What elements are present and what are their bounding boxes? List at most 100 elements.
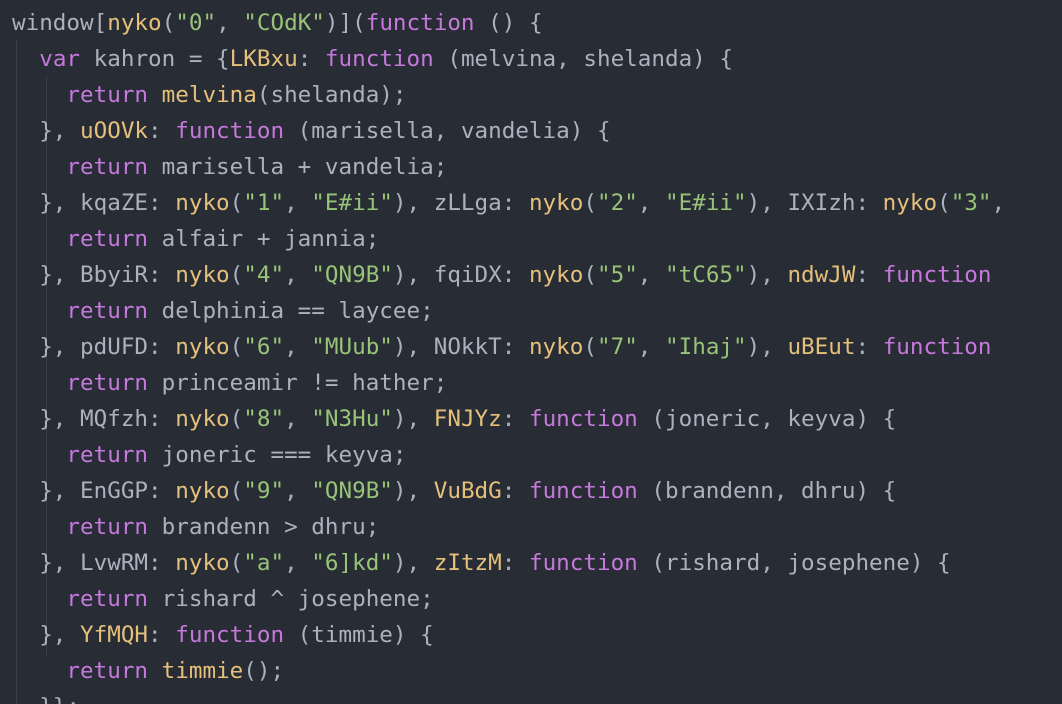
code-line[interactable]: }, uOOVk: function (marisella, vandelia)… [12,113,611,149]
code-token-plain: }, EnGGP: [12,478,176,504]
code-token-plain: (joneric, keyva) { [637,406,897,432]
code-token-punc: ), [392,550,434,576]
code-token-plain: }}; [12,694,80,704]
code-token-str: "QN9B" [311,262,393,288]
code-line[interactable]: return brandenn > dhru; [12,509,379,545]
code-token-plain: }, [12,118,81,144]
code-token-plain: (marisella, vandelia) { [284,118,611,144]
code-token-punc: ), NOkkT: [392,334,529,360]
code-line[interactable]: }, pdUFD: nyko("6", "MUub"), NOkkT: nyko… [12,329,992,365]
code-token-fn: nyko [175,406,230,432]
code-token-punc: ( [583,190,597,216]
code-token-punc: ( [583,262,597,288]
code-token-str: "QN9B" [311,478,393,504]
code-token-kw: return [66,370,149,396]
code-token-fn: nyko [175,334,230,360]
code-token-kw: return [66,154,149,180]
code-token-punc: , [284,550,312,576]
code-token-prop: YfMQH [80,622,149,648]
code-token-punc: ( [583,334,597,360]
code-token-plain: (); [243,658,285,684]
code-token-plain: }, LvwRM: [12,550,176,576]
code-token-prop: uOOVk [80,118,149,144]
code-token-str: "6" [243,334,285,360]
code-token-kw: return [66,226,149,252]
code-line[interactable]: }, YfMQH: function (timmie) { [12,617,434,653]
code-line[interactable]: return princeamir != hather; [12,365,447,401]
code-token-plain: alfair + jannia; [148,226,380,252]
code-token-kw: function [528,550,638,576]
code-line[interactable]: }}; [12,689,80,704]
code-line[interactable]: }, LvwRM: nyko("a", "6]kd"), zItzM: func… [12,545,950,581]
code-editor[interactable]: window[nyko("0", "COdK")](function () { … [0,0,1062,704]
code-token-punc: , [284,478,312,504]
code-token-plain: window[ [12,10,108,36]
code-line[interactable]: }, kqaZE: nyko("1", "E#ii"), zLLga: nyko… [12,185,1005,221]
code-token-str: "2" [596,190,638,216]
code-token-str: "9" [243,478,285,504]
code-token-punc: ( [229,262,244,288]
code-token-fn: timmie [161,658,244,684]
code-line[interactable]: }, MQfzh: nyko("8", "N3Hu"), FNJYz: func… [12,401,896,437]
code-token-str: "0" [175,10,217,36]
code-token-punc: : [297,46,325,72]
code-token-plain: (timmie) { [284,622,434,648]
code-token-str: "8" [243,406,285,432]
code-token-punc: () { [474,10,543,36]
code-token-punc: : [501,478,529,504]
code-token-punc: ( [229,478,244,504]
code-token-prop: ndwJW [787,262,856,288]
code-token-punc: ), [746,334,788,360]
code-token-punc: : [855,262,883,288]
code-token-kw: function [882,334,992,360]
code-line[interactable]: return joneric === keyva; [12,437,406,473]
code-token-plain: princeamir != hather; [148,370,448,396]
code-token-str: "6]kd" [311,550,393,576]
code-token-str: "tC65" [665,262,747,288]
code-token-str: "COdK" [243,10,325,36]
code-line[interactable]: return alfair + jannia; [12,221,379,257]
code-token-punc: , [284,262,312,288]
code-line[interactable]: }, BbyiR: nyko("4", "QN9B"), fqiDX: nyko… [12,257,991,293]
code-token-plain: kahron = { [80,46,230,72]
code-token-plain: brandenn > dhru; [148,514,380,540]
code-token-str: "7" [596,334,638,360]
code-token-fn: melvina [161,82,257,108]
code-token-plain: }, BbyiR: [12,262,176,288]
code-line[interactable]: window[nyko("0", "COdK")](function () { [12,5,543,41]
code-token-punc: ( [161,10,176,36]
code-token-fn: nyko [175,550,230,576]
code-token-punc: : [148,118,176,144]
code-line[interactable]: return rishard ^ josephene; [12,581,433,617]
code-token-punc: : [855,334,883,360]
code-token-kw: return [66,658,149,684]
code-token-str: "4" [243,262,285,288]
code-line[interactable]: return timmie(); [12,653,284,689]
code-token-punc: : [501,406,529,432]
code-token-punc: ), [392,478,434,504]
code-token-punc: ), zLLga: [392,190,529,216]
code-line[interactable]: return melvina(shelanda); [12,77,406,113]
code-token-str: "MUub" [311,334,393,360]
code-line[interactable]: return delphinia == laycee; [12,293,434,329]
code-token-fn: nyko [175,478,230,504]
code-token-punc: , [991,190,1006,216]
code-line[interactable]: }, EnGGP: nyko("9", "QN9B"), VuBdG: func… [12,473,896,509]
code-line[interactable]: var kahron = {LKBxu: function (melvina, … [12,41,733,77]
code-token-kw: return [66,442,149,468]
code-token-punc: , [284,334,312,360]
code-token-plain: delphinia == laycee; [148,298,434,324]
code-token-punc: , [284,190,312,216]
code-token-fn: nyko [107,10,162,36]
code-token-punc: ( [937,190,951,216]
code-line[interactable]: return marisella + vandelia; [12,149,447,185]
code-token-punc: , [216,10,244,36]
code-token-plain: (melvina, shelanda) { [433,46,733,72]
code-token-punc: ( [229,550,244,576]
code-token-kw: function [528,478,638,504]
